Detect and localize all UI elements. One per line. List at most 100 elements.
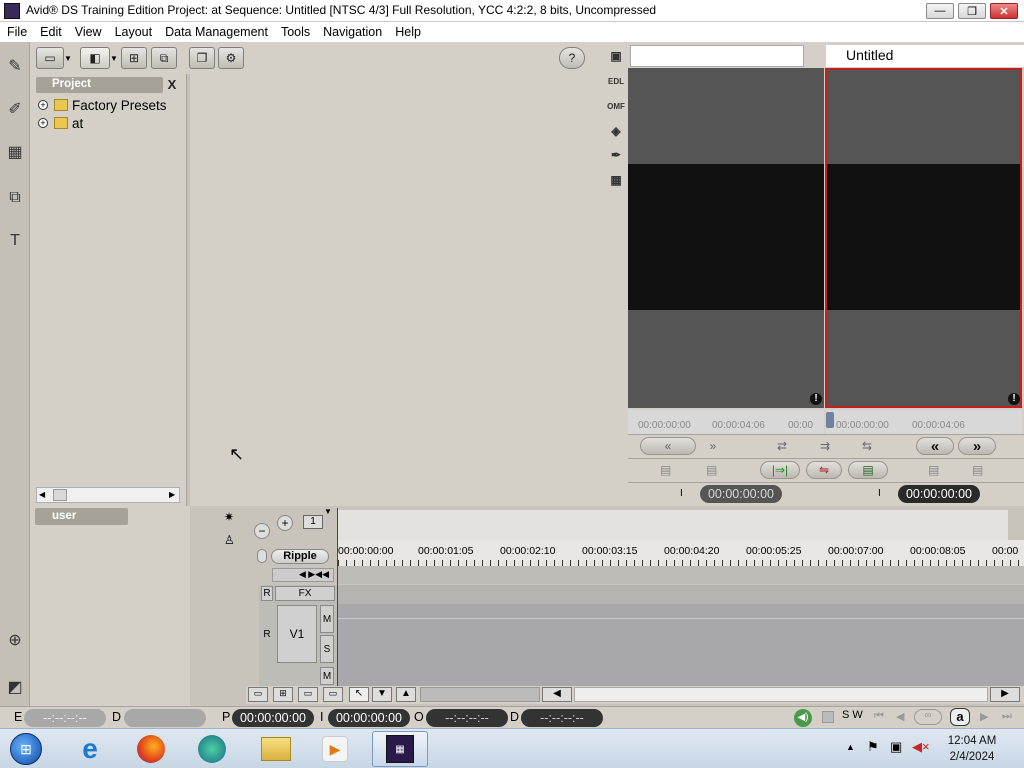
trim-icon[interactable]: ▤ bbox=[706, 463, 717, 477]
text-tool-icon[interactable]: T bbox=[4, 230, 26, 252]
trim-icon[interactable]: ▤ bbox=[660, 463, 671, 477]
system-clock[interactable]: 12:04 AM 2/4/2024 bbox=[930, 733, 1014, 765]
ripple-toggle[interactable] bbox=[257, 549, 267, 563]
lift-icon[interactable]: ⇋ bbox=[806, 461, 842, 479]
loop-icon[interactable]: ∞ bbox=[914, 709, 942, 725]
dropper-icon[interactable]: ✒ bbox=[606, 146, 626, 164]
ripple-button[interactable]: Ripple bbox=[271, 549, 329, 564]
mark-in-icon[interactable]: I bbox=[680, 488, 683, 499]
dropdown-arrow-icon[interactable]: ▼ bbox=[324, 507, 332, 516]
satellite-icon[interactable]: ✷ bbox=[224, 510, 244, 528]
duration-timecode[interactable] bbox=[124, 709, 206, 727]
scroll-thumb[interactable] bbox=[53, 489, 67, 501]
taskbar-media-player[interactable]: ▶ bbox=[313, 731, 357, 767]
scroll-left-icon[interactable]: ◀ bbox=[39, 490, 45, 499]
up-arrow-icon[interactable]: ⊕ bbox=[4, 629, 26, 651]
view-mode-icon[interactable]: ▭ bbox=[248, 687, 268, 702]
rewind-button[interactable]: « bbox=[916, 437, 954, 455]
taskbar-file-explorer[interactable] bbox=[254, 731, 298, 767]
timeline-horizontal-scrollbar[interactable] bbox=[574, 687, 988, 702]
menu-tools[interactable]: Tools bbox=[274, 22, 316, 40]
record-toggle[interactable]: R bbox=[261, 605, 273, 663]
close-button[interactable]: ✕ bbox=[990, 3, 1018, 19]
step-forward-icon[interactable]: ▶ bbox=[980, 710, 988, 723]
trim-icon[interactable]: ▤ bbox=[972, 463, 983, 477]
record-sequence-name[interactable]: Untitled bbox=[826, 45, 1024, 67]
record-timecode[interactable]: 00:00:00:00 bbox=[898, 485, 980, 503]
network-icon[interactable]: ▣ bbox=[890, 739, 902, 755]
grid-effects-icon[interactable]: ▦ bbox=[606, 171, 626, 189]
zoom-out-button[interactable]: − bbox=[254, 523, 270, 539]
position-timecode[interactable]: 00:00:00:00 bbox=[232, 709, 314, 727]
project-horizontal-scrollbar[interactable]: ◀ ▶ bbox=[36, 487, 180, 503]
record-monitor[interactable]: ! bbox=[825, 68, 1022, 408]
overwrite-edit-icon[interactable]: ⇉ bbox=[808, 437, 842, 455]
dropdown-arrow-icon[interactable]: ▼ bbox=[64, 54, 72, 63]
splice-icon[interactable]: |⇒| bbox=[760, 461, 800, 479]
view-mode-icon[interactable]: ⊞ bbox=[273, 687, 293, 702]
duration-timecode[interactable]: --:--:--:-- bbox=[521, 709, 603, 727]
menu-navigation[interactable]: Navigation bbox=[316, 22, 388, 40]
project-tab[interactable]: Project bbox=[36, 77, 163, 93]
view-mode-icon[interactable]: ▭ bbox=[298, 687, 318, 702]
view-mode-icon[interactable]: ▭ bbox=[323, 687, 343, 702]
solo-toggle[interactable]: S bbox=[320, 635, 334, 663]
mute-toggle[interactable]: M bbox=[320, 605, 334, 633]
fx-track[interactable] bbox=[338, 585, 1024, 604]
rewind-button[interactable]: « bbox=[640, 437, 696, 455]
scroll-right-icon[interactable]: ▶ bbox=[990, 687, 1020, 702]
menu-edit[interactable]: Edit bbox=[33, 22, 68, 40]
expand-icon[interactable]: + bbox=[38, 100, 48, 110]
timeline-overview[interactable] bbox=[338, 510, 1008, 540]
project-close-button[interactable]: X bbox=[165, 78, 179, 92]
menu-file[interactable]: File bbox=[0, 22, 33, 40]
layout-overlap-icon[interactable]: ⧉ bbox=[151, 47, 177, 69]
layout-single-icon[interactable]: ▭ bbox=[36, 47, 64, 69]
track-nav-arrows[interactable]: ◀ ▶◀◀ bbox=[272, 568, 334, 582]
source-monitor[interactable]: ! bbox=[628, 68, 824, 408]
menu-view[interactable]: View bbox=[68, 22, 108, 40]
satellite-icon[interactable]: ⚙ bbox=[218, 47, 244, 69]
speaker-icon[interactable]: ◀) bbox=[794, 709, 812, 727]
fx-track-button[interactable]: FX bbox=[275, 586, 335, 601]
minimize-button[interactable]: — bbox=[926, 3, 954, 19]
menu-help[interactable]: Help bbox=[388, 22, 427, 40]
menu-layout[interactable]: Layout bbox=[108, 22, 159, 40]
playhead[interactable] bbox=[337, 508, 338, 686]
flag-icon[interactable]: ⚑ bbox=[867, 739, 879, 755]
user-tab[interactable]: user bbox=[35, 508, 128, 525]
replace-edit-icon[interactable]: ⇆ bbox=[850, 437, 884, 455]
source-timecode[interactable]: 00:00:00:00 bbox=[700, 485, 782, 503]
timeline-marker-bar[interactable] bbox=[338, 566, 1024, 584]
tree-item-factory-presets[interactable]: + Factory Presets bbox=[38, 96, 167, 114]
taskbar-internet-explorer[interactable]: e bbox=[68, 731, 112, 767]
source-ruler[interactable]: 00:00:00:00 00:00:04:06 00:00 bbox=[628, 410, 824, 434]
insert-edit-icon[interactable]: ⇄ bbox=[765, 437, 799, 455]
position-marker[interactable] bbox=[826, 412, 834, 428]
brush-icon[interactable]: ✐ bbox=[4, 98, 26, 120]
show-hidden-icons-icon[interactable]: ▲ bbox=[846, 742, 855, 752]
restore-button[interactable]: ❐ bbox=[958, 3, 986, 19]
track-name-v1[interactable]: V1 bbox=[277, 605, 317, 663]
fast-forward-button[interactable]: » bbox=[700, 437, 726, 455]
down-arrow-icon[interactable]: ▼ bbox=[372, 687, 392, 702]
up-arrow-icon[interactable]: ▲ bbox=[396, 687, 416, 702]
monitor-icon[interactable]: ▣ bbox=[606, 47, 626, 65]
layers-icon[interactable]: ⧉ bbox=[4, 187, 26, 209]
menu-data-management[interactable]: Data Management bbox=[158, 22, 274, 40]
video-track-next[interactable] bbox=[338, 666, 1024, 686]
record-ruler[interactable]: 00:00:00:00 00:00:04:06 bbox=[826, 410, 1022, 434]
tree-item-at[interactable]: + at bbox=[38, 114, 83, 132]
omf-icon[interactable]: OMF bbox=[606, 97, 626, 115]
timeline-ruler[interactable]: 00:00:00:00 00:00:01:05 00:00:02:10 00:0… bbox=[338, 540, 1024, 566]
edl-icon[interactable]: EDL bbox=[606, 72, 626, 90]
in-timecode[interactable]: 00:00:00:00 bbox=[328, 709, 410, 727]
taskbar-browser[interactable] bbox=[190, 731, 234, 767]
audio-button[interactable]: a bbox=[950, 708, 970, 726]
scroll-right-icon[interactable]: ▶ bbox=[169, 490, 175, 499]
clipboard-icon[interactable]: ❐ bbox=[189, 47, 215, 69]
skip-back-icon[interactable]: ⏮ bbox=[874, 710, 884, 723]
fast-forward-button[interactable]: » bbox=[958, 437, 996, 455]
select-tool-icon[interactable]: ↖ bbox=[349, 687, 369, 702]
fit-button[interactable]: 1 bbox=[303, 515, 323, 529]
